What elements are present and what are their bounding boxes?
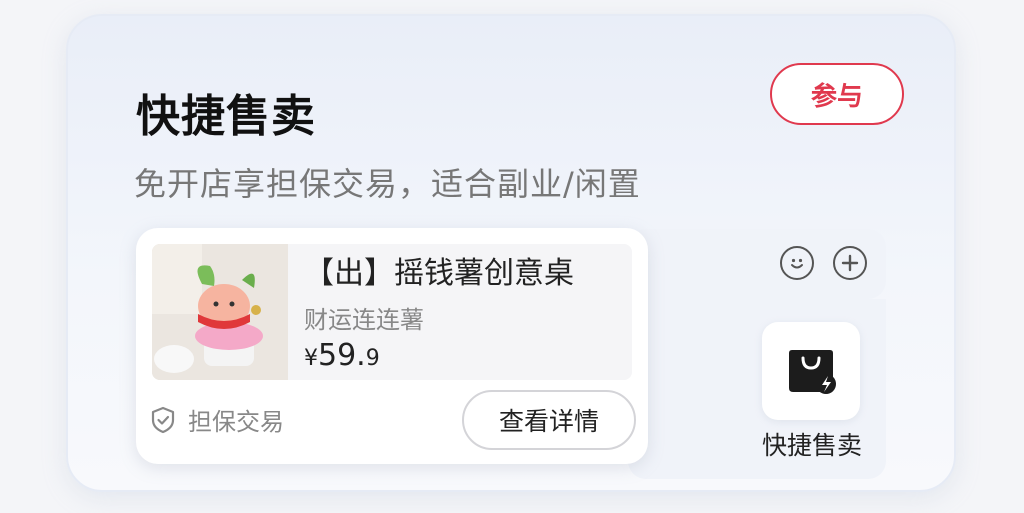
card-title: 快捷售卖 <box>136 91 316 142</box>
join-button[interactable]: 参与 <box>770 63 904 125</box>
product-info: 【出】摇钱薯创意桌 财运连连薯 ¥59.9 <box>152 244 632 380</box>
guarantee-label: 担保交易 <box>188 408 284 436</box>
view-details-button[interactable]: 查看详情 <box>462 390 636 450</box>
product-image <box>152 244 288 380</box>
product-card[interactable]: 【出】摇钱薯创意桌 财运连连薯 ¥59.9 担保交易 查看详情 <box>136 228 648 464</box>
product-price: ¥59.9 <box>304 338 380 373</box>
product-subtitle: 财运连连薯 <box>304 306 424 334</box>
quick-sell-shortcut[interactable] <box>762 322 860 420</box>
plus-icon[interactable] <box>833 246 867 280</box>
price-decimal: 9 <box>365 346 380 371</box>
product-name: 【出】摇钱薯创意桌 <box>304 256 574 291</box>
shield-check-icon <box>151 406 175 433</box>
price-symbol: ¥ <box>304 346 318 371</box>
guarantee-badge: 担保交易 <box>150 402 284 437</box>
shopping-bag-lightning-icon <box>789 350 836 394</box>
card-subtitle: 免开店享担保交易，适合副业/闲置 <box>134 165 641 203</box>
smile-icon[interactable] <box>780 246 814 280</box>
quick-sell-card: 快捷售卖 参与 免开店享担保交易，适合副业/闲置 【出】摇钱薯创意桌 财运连连薯… <box>66 14 956 492</box>
price-integer: 59. <box>318 338 366 373</box>
quick-sell-shortcut-label: 快捷售卖 <box>761 431 862 460</box>
